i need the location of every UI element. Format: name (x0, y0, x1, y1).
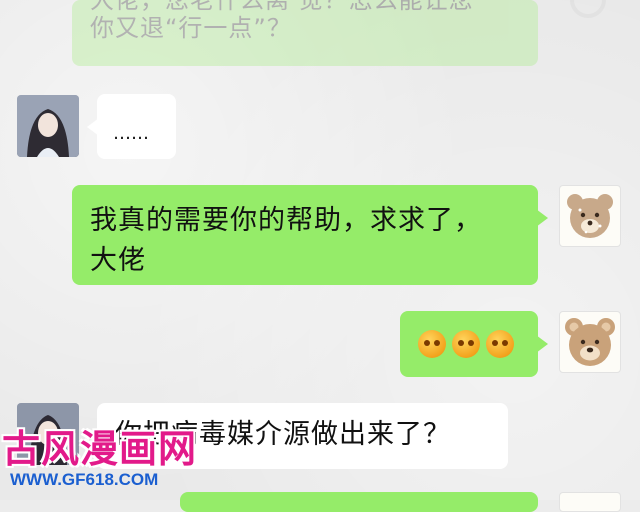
contact-avatar[interactable] (17, 95, 79, 157)
bear-icon (567, 194, 613, 238)
user-avatar[interactable] (559, 311, 621, 373)
message-text: 我真的需要你的帮助，求求了， 大佬 (90, 205, 482, 276)
girl-avatar-icon (17, 95, 79, 157)
message-text: …… (113, 123, 149, 144)
site-watermark: 古风漫画网 WWW.GF618.COM (0, 418, 210, 500)
emoji-icon (418, 330, 446, 358)
user-avatar[interactable] (559, 185, 621, 247)
emoji-icon (452, 330, 480, 358)
emoji-icon (486, 330, 514, 358)
message-text: 大佬，您老什么离 觉？怎么能让您 你又退“行一点”？ (90, 0, 474, 42)
message-bubble-received[interactable]: …… (87, 94, 176, 159)
message-bubble-sent[interactable]: 我真的需要你的帮助，求求了， 大佬 (72, 185, 548, 285)
bear-icon (570, 0, 606, 18)
bear-avatar-top[interactable] (560, 0, 616, 34)
message-bubble-sent-partial[interactable] (180, 492, 538, 512)
user-avatar-partial[interactable] (559, 492, 621, 512)
watermark-title: 古风漫画网 (2, 427, 198, 471)
watermark-url: WWW.GF618.COM (10, 470, 159, 489)
message-bubble-sent-partial[interactable]: 大佬，您老什么离 觉？怎么能让您 你又退“行一点”？ (72, 0, 538, 66)
message-bubble-emoji[interactable] (400, 311, 548, 377)
bear-icon (565, 318, 615, 366)
